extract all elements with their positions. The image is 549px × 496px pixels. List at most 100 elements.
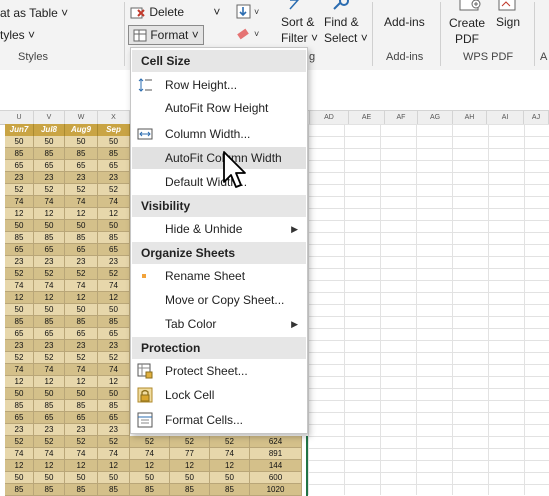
data-cell[interactable]: 85: [65, 400, 98, 412]
data-cell[interactable]: 52: [34, 184, 65, 196]
data-cell[interactable]: 12: [65, 208, 98, 220]
data-cell[interactable]: 50: [5, 136, 34, 148]
data-cell[interactable]: 23: [34, 256, 65, 268]
menu-item-hide-unhide[interactable]: Hide & Unhide ▶: [132, 218, 306, 240]
menu-item-lock-cell[interactable]: Lock Cell: [132, 384, 306, 406]
data-cell[interactable]: 23: [34, 340, 65, 352]
data-cell[interactable]: 50: [98, 472, 130, 484]
data-cell[interactable]: 85: [130, 484, 170, 496]
data-cell[interactable]: 85: [210, 484, 250, 496]
menu-item-move-copy-sheet[interactable]: Move or Copy Sheet...: [132, 289, 306, 311]
data-cell[interactable]: 50: [5, 220, 34, 232]
data-cell[interactable]: 23: [34, 172, 65, 184]
month-header-cell[interactable]: Aug9: [65, 124, 98, 136]
column-header[interactable]: AG: [418, 111, 453, 124]
find-select-button[interactable]: Find & Select ˅: [324, 14, 368, 46]
data-cell[interactable]: 85: [34, 232, 65, 244]
data-cell[interactable]: 50: [98, 220, 130, 232]
data-cell[interactable]: 12: [65, 376, 98, 388]
data-cell[interactable]: 12: [98, 460, 130, 472]
column-header[interactable]: W: [65, 111, 98, 124]
data-cell[interactable]: 12: [170, 460, 210, 472]
menu-item-autofit-column-width[interactable]: AutoFit Column Width: [132, 147, 306, 169]
menu-item-row-height[interactable]: Row Height...: [132, 74, 306, 96]
data-cell[interactable]: 65: [34, 160, 65, 172]
data-cell[interactable]: 85: [98, 484, 130, 496]
data-cell[interactable]: 74: [5, 280, 34, 292]
delete-button[interactable]: Delete ˅: [130, 5, 220, 20]
data-cell[interactable]: 52: [65, 352, 98, 364]
data-cell[interactable]: 74: [98, 448, 130, 460]
data-cell[interactable]: 85: [65, 232, 98, 244]
data-cell[interactable]: 85: [65, 148, 98, 160]
data-cell[interactable]: 65: [34, 244, 65, 256]
empty-grid-area[interactable]: [308, 124, 549, 495]
data-cell[interactable]: 12: [5, 292, 34, 304]
data-cell[interactable]: 50: [65, 472, 98, 484]
data-cell[interactable]: 1020: [250, 484, 302, 496]
column-header[interactable]: U: [5, 111, 34, 124]
data-cell[interactable]: 23: [5, 424, 34, 436]
data-cell[interactable]: 52: [5, 268, 34, 280]
data-cell[interactable]: 891: [250, 448, 302, 460]
data-cell[interactable]: 600: [250, 472, 302, 484]
column-header[interactable]: AE: [349, 111, 385, 124]
data-cell[interactable]: 74: [34, 448, 65, 460]
data-cell[interactable]: 12: [65, 460, 98, 472]
data-cell[interactable]: 23: [98, 340, 130, 352]
data-cell[interactable]: 12: [34, 376, 65, 388]
data-cell[interactable]: 52: [34, 352, 65, 364]
data-cell[interactable]: 12: [98, 292, 130, 304]
data-cell[interactable]: 52: [34, 436, 65, 448]
data-cell[interactable]: 12: [65, 292, 98, 304]
format-as-table-button[interactable]: at as Table ˅: [0, 6, 68, 20]
data-cell[interactable]: 52: [5, 352, 34, 364]
data-cell[interactable]: 23: [98, 256, 130, 268]
data-cell[interactable]: 74: [130, 448, 170, 460]
data-cell[interactable]: 65: [65, 328, 98, 340]
data-cell[interactable]: 50: [65, 136, 98, 148]
data-cell[interactable]: 52: [65, 268, 98, 280]
data-cell[interactable]: 12: [34, 460, 65, 472]
data-cell[interactable]: 65: [98, 244, 130, 256]
data-cell[interactable]: 85: [34, 148, 65, 160]
data-cell[interactable]: 52: [210, 436, 250, 448]
data-cell[interactable]: 23: [34, 424, 65, 436]
column-header[interactable]: X: [98, 111, 130, 124]
data-cell[interactable]: 12: [130, 460, 170, 472]
data-cell[interactable]: 23: [5, 340, 34, 352]
menu-item-protect-sheet[interactable]: Protect Sheet...: [132, 360, 306, 382]
data-cell[interactable]: 52: [65, 436, 98, 448]
data-cell[interactable]: 23: [65, 340, 98, 352]
column-header[interactable]: AF: [385, 111, 418, 124]
data-cell[interactable]: 52: [65, 184, 98, 196]
data-cell[interactable]: 12: [98, 376, 130, 388]
data-cell[interactable]: 77: [170, 448, 210, 460]
menu-item-default-width[interactable]: Default Width...: [132, 171, 306, 193]
data-cell[interactable]: 144: [250, 460, 302, 472]
data-cell[interactable]: 52: [98, 268, 130, 280]
data-cell[interactable]: 85: [65, 316, 98, 328]
data-cell[interactable]: 85: [98, 232, 130, 244]
data-cell[interactable]: 74: [210, 448, 250, 460]
data-cell[interactable]: 85: [65, 484, 98, 496]
data-cell[interactable]: 85: [5, 484, 34, 496]
month-header-cell[interactable]: Jun7: [5, 124, 34, 136]
create-pdf-button[interactable]: Create PDF: [449, 15, 485, 47]
data-cell[interactable]: 74: [98, 196, 130, 208]
data-cell[interactable]: 74: [65, 280, 98, 292]
menu-item-column-width[interactable]: Column Width...: [132, 123, 306, 145]
data-cell[interactable]: 23: [98, 424, 130, 436]
data-cell[interactable]: 50: [98, 136, 130, 148]
data-cell[interactable]: 85: [5, 148, 34, 160]
column-header[interactable]: AJ: [524, 111, 549, 124]
data-cell[interactable]: 23: [65, 256, 98, 268]
data-cell[interactable]: 12: [34, 292, 65, 304]
data-cell[interactable]: 23: [5, 172, 34, 184]
data-cell[interactable]: 85: [98, 148, 130, 160]
data-cell[interactable]: 50: [130, 472, 170, 484]
clear-eraser-icon[interactable]: ˅: [236, 26, 264, 42]
data-cell[interactable]: 65: [5, 160, 34, 172]
data-cell[interactable]: 50: [65, 220, 98, 232]
data-cell[interactable]: 50: [65, 388, 98, 400]
